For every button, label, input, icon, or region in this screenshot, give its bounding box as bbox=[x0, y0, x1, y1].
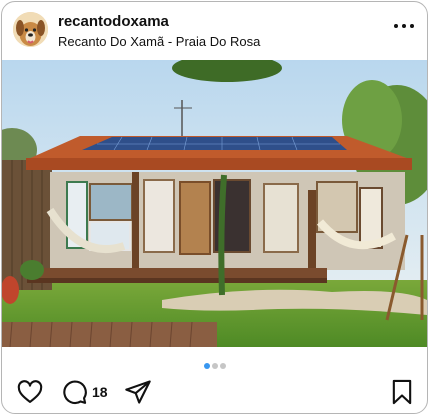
username[interactable]: recantodoxama bbox=[58, 13, 169, 30]
bookmark-icon[interactable] bbox=[388, 378, 416, 411]
dog-avatar-image bbox=[13, 12, 48, 47]
more-options-icon[interactable] bbox=[393, 20, 415, 34]
carousel-indicator bbox=[2, 356, 427, 369]
paper-plane-icon[interactable] bbox=[124, 378, 152, 411]
comment-icon[interactable] bbox=[60, 378, 88, 411]
location-tag[interactable]: Recanto Do Xamã - Praia Do Rosa bbox=[58, 34, 260, 49]
post-image[interactable] bbox=[2, 60, 427, 347]
carousel-dot bbox=[203, 363, 210, 369]
post-header: recantodoxama Recanto Do Xamã - Praia Do… bbox=[2, 2, 427, 60]
action-bar: 18 bbox=[2, 374, 427, 410]
post-card: recantodoxama Recanto Do Xamã - Praia Do… bbox=[1, 1, 428, 414]
carousel-dot bbox=[211, 363, 218, 369]
heart-icon[interactable] bbox=[16, 378, 44, 411]
avatar[interactable] bbox=[13, 12, 48, 47]
carousel-dot bbox=[219, 363, 226, 369]
comment-count: 18 bbox=[92, 384, 108, 400]
